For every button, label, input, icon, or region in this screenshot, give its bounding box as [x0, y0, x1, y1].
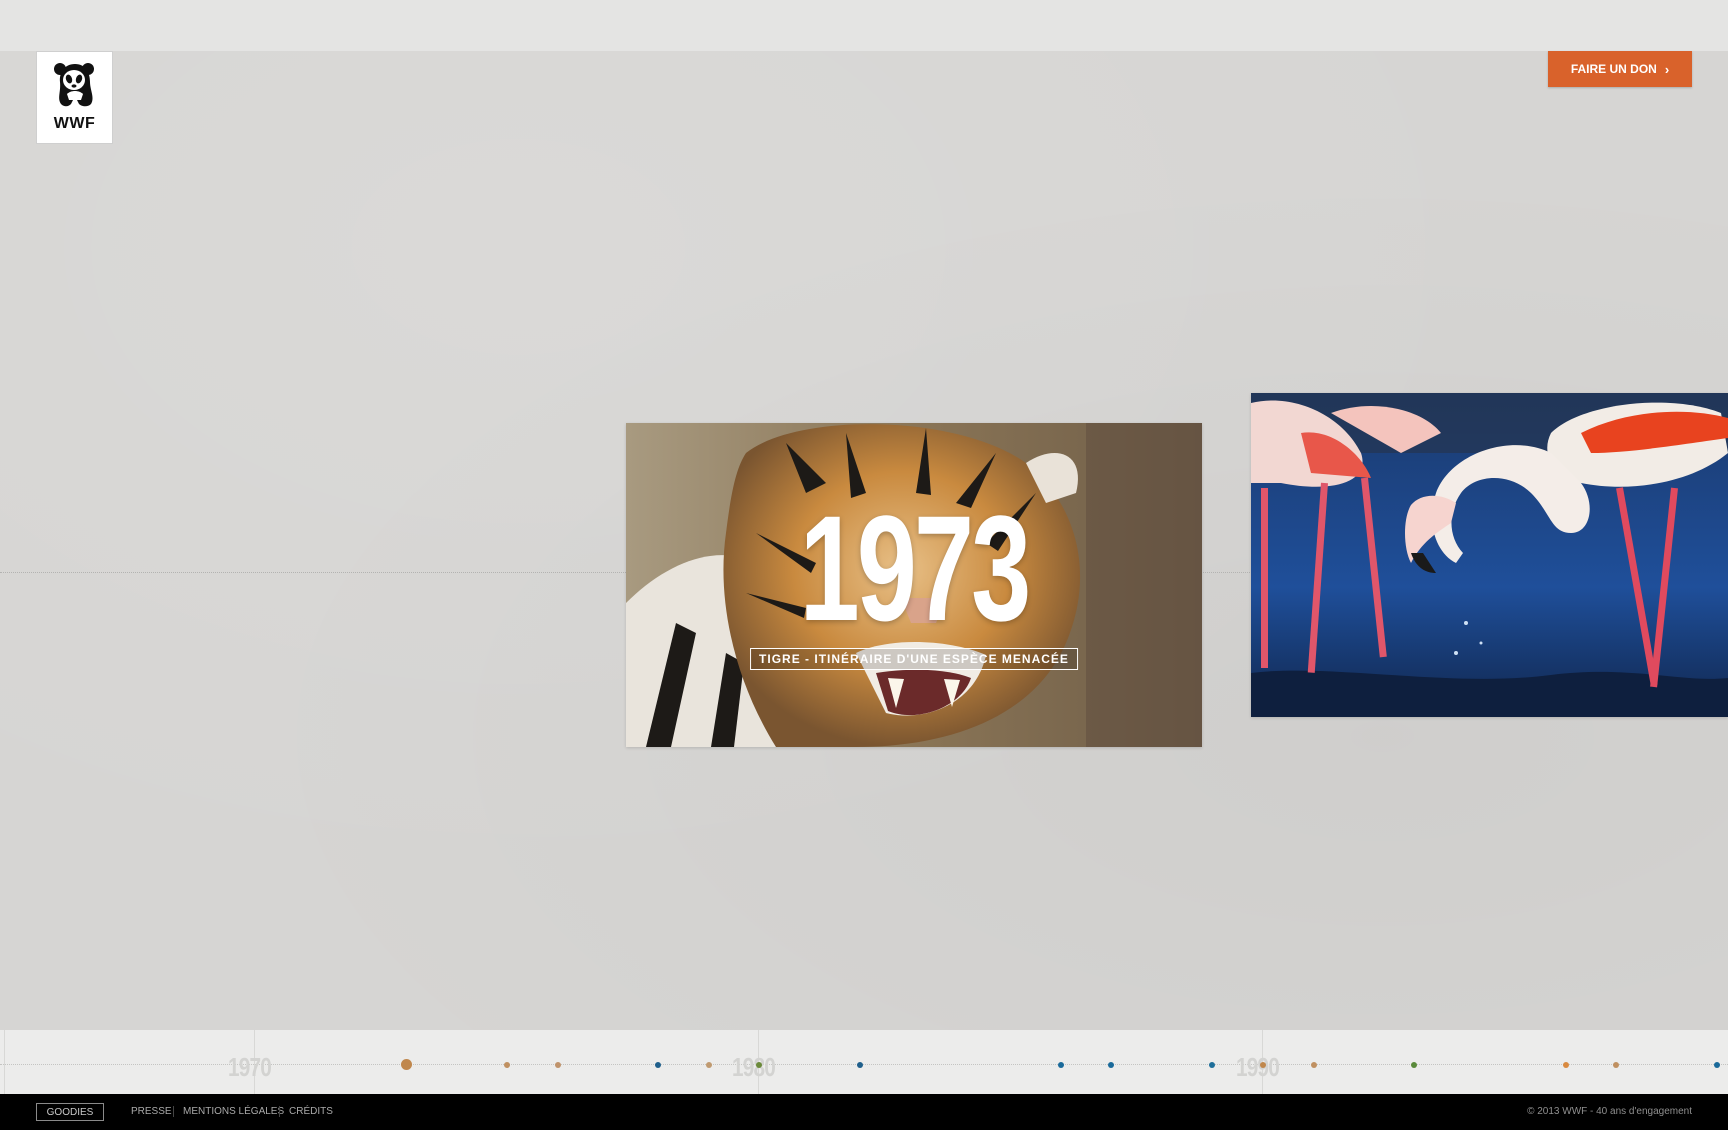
scrubber-separator [4, 1030, 5, 1094]
timeline-dot[interactable] [1209, 1062, 1215, 1068]
goodies-button[interactable]: GOODIES [36, 1103, 104, 1121]
timeline-dot[interactable] [1108, 1062, 1114, 1068]
timeline-dot[interactable] [1260, 1062, 1266, 1068]
timeline-dot[interactable] [1613, 1062, 1619, 1068]
decade-label: 1970 [228, 1052, 272, 1082]
timeline-dot[interactable] [504, 1062, 510, 1068]
flamingo-photo [1251, 393, 1728, 717]
timeline-dot[interactable] [706, 1062, 712, 1068]
card-caption: TIGRE - ITINÉRAIRE D'UNE ESPÈCE MENACÉE [750, 648, 1078, 670]
decade-label: 1980 [732, 1052, 776, 1082]
timeline-dot[interactable] [655, 1062, 661, 1068]
footer-divider [173, 1106, 174, 1117]
timeline-scrubber[interactable]: 1970 1980 1990 [0, 1030, 1728, 1094]
timeline-dot[interactable] [756, 1062, 762, 1068]
card-year: 1973 [799, 484, 1032, 652]
timeline-dot[interactable] [555, 1062, 561, 1068]
panda-icon [54, 63, 94, 107]
timeline-dot[interactable] [1714, 1062, 1720, 1068]
footer-link-mentions[interactable]: MENTIONS LÉGALES [183, 1106, 284, 1117]
footer: GOODIES PRESSE MENTIONS LÉGALES CRÉDITS … [0, 1094, 1728, 1130]
copyright-text: © 2013 WWF - 40 ans d'engagement [1527, 1106, 1692, 1117]
timeline-dot[interactable] [1311, 1062, 1317, 1068]
footer-link-credits[interactable]: CRÉDITS [289, 1106, 333, 1117]
timeline-card-tigre[interactable]: 1973 TIGRE - ITINÉRAIRE D'UNE ESPÈCE MEN… [626, 423, 1202, 747]
timeline-dot-active[interactable] [401, 1059, 412, 1070]
timeline-dot[interactable] [1411, 1062, 1417, 1068]
chevron-right-icon: › [1664, 61, 1670, 77]
decade-label: 1990 [1236, 1052, 1280, 1082]
footer-divider [279, 1106, 280, 1117]
wwf-logo[interactable]: WWF [36, 51, 113, 144]
footer-link-presse[interactable]: PRESSE [131, 1106, 172, 1117]
timeline-dot[interactable] [1563, 1062, 1569, 1068]
donate-button[interactable]: FAIRE UN DON › [1548, 51, 1692, 87]
donate-label: FAIRE UN DON [1570, 62, 1657, 76]
timeline-dot[interactable] [1058, 1062, 1064, 1068]
logo-wordmark: WWF [53, 115, 96, 132]
timeline-card-flamant[interactable] [1251, 393, 1728, 717]
browser-top-bar [0, 0, 1728, 51]
timeline-dot[interactable] [857, 1062, 863, 1068]
